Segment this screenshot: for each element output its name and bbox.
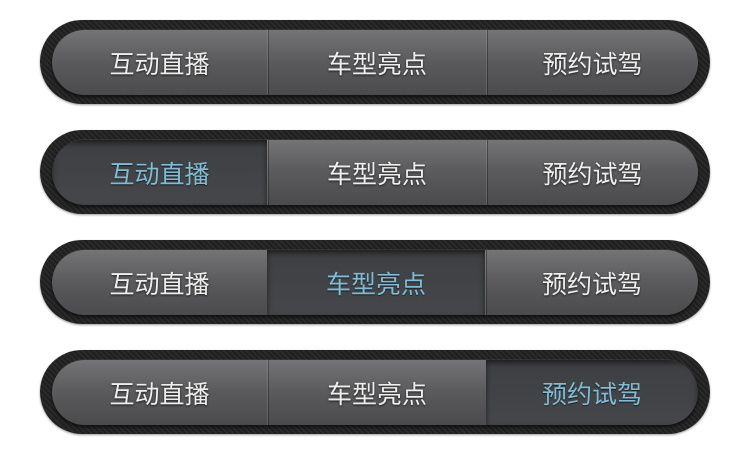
tab-3[interactable]: 预约试驾 [485,250,698,315]
tab-2[interactable]: 车型亮点 [267,140,486,205]
tab-3-active[interactable]: 预约试驾 [486,360,698,425]
tab-1[interactable]: 互动直播 [52,360,267,425]
tab-3[interactable]: 预约试驾 [486,30,698,95]
tab-bar-inner: 互动直播 车型亮点 预约试驾 [52,30,698,95]
tab-bar-1: 互动直播 车型亮点 预约试驾 [40,20,710,104]
tab-2[interactable]: 车型亮点 [267,30,486,95]
tab-bar-4: 互动直播 车型亮点 预约试驾 [40,350,710,434]
tab-bar-3: 互动直播 车型亮点 预约试驾 [40,240,710,324]
tab-2[interactable]: 车型亮点 [267,360,486,425]
tab-bar-inner: 互动直播 车型亮点 预约试驾 [52,360,698,425]
tab-1[interactable]: 互动直播 [52,250,267,315]
tab-bar-inner: 互动直播 车型亮点 预约试驾 [52,140,698,205]
tab-1-active[interactable]: 互动直播 [52,140,267,205]
tab-bar-2: 互动直播 车型亮点 预约试驾 [40,130,710,214]
tab-3[interactable]: 预约试驾 [486,140,698,205]
tab-bar-inner: 互动直播 车型亮点 预约试驾 [52,250,698,315]
tab-2-active[interactable]: 车型亮点 [267,250,485,315]
tab-1[interactable]: 互动直播 [52,30,267,95]
